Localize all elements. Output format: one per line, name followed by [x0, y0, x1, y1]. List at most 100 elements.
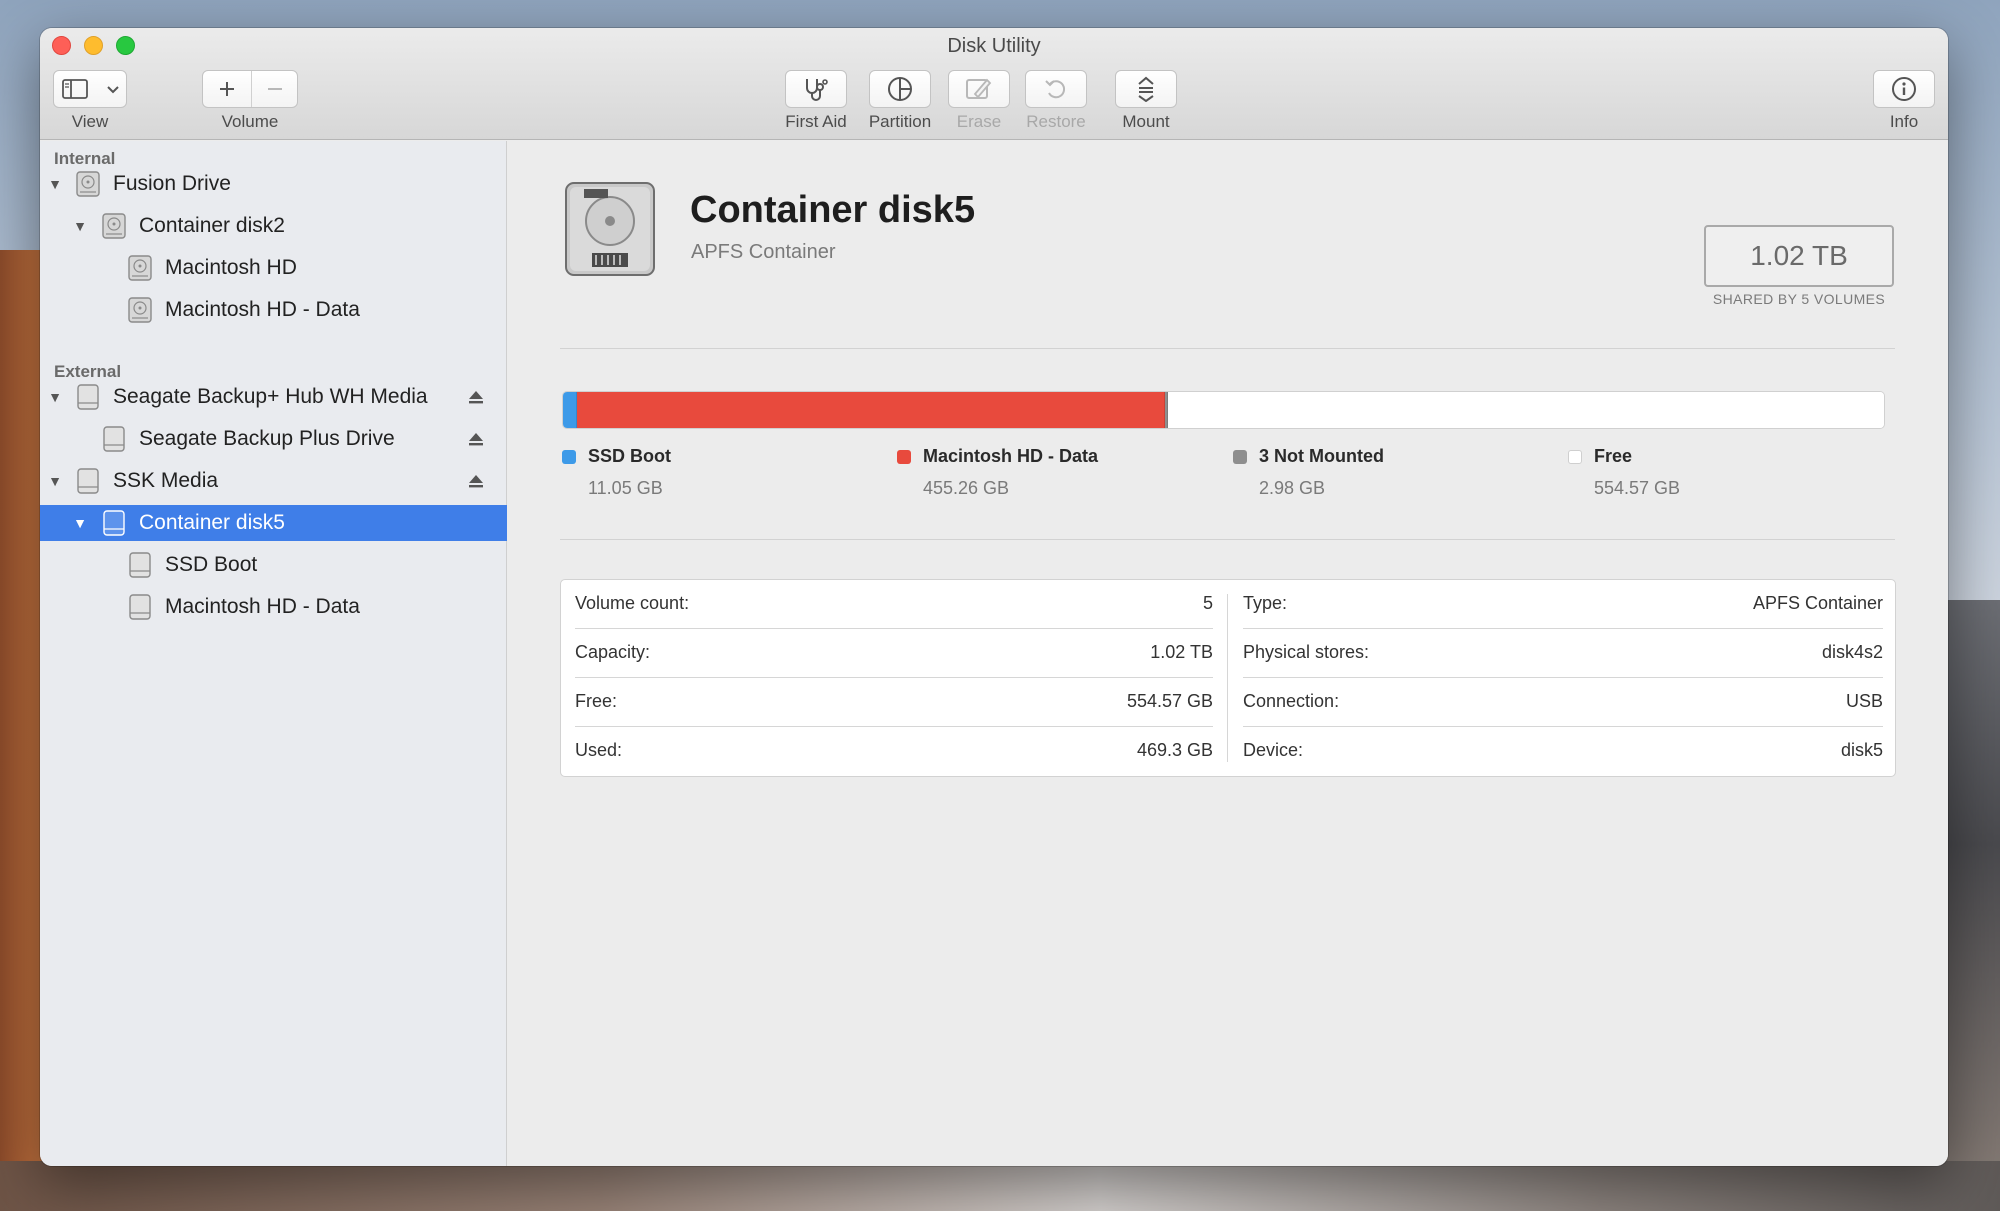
- info-value: disk5: [1840, 740, 1883, 760]
- sidebar-item-label: Fusion Drive: [113, 172, 231, 195]
- eject-icon[interactable]: [467, 388, 485, 406]
- info-value: 469.3 GB: [1136, 740, 1213, 760]
- sidebar-item-macintosh-hd[interactable]: Macintosh HD: [40, 250, 507, 286]
- info-value: USB: [1845, 691, 1883, 711]
- sidebar-item-ssd-boot[interactable]: SSD Boot: [40, 547, 507, 583]
- view-button[interactable]: [53, 70, 127, 108]
- legend-size: 554.57 GB: [1594, 478, 1681, 498]
- legend-name: SSD Boot: [588, 446, 671, 466]
- legend-swatch: [1233, 450, 1247, 464]
- eject-icon[interactable]: [467, 472, 485, 490]
- info-key: Capacity:: [575, 642, 651, 662]
- internal-drive-icon: [128, 255, 152, 281]
- mount-arrows-icon: [1138, 76, 1154, 102]
- disclosure-triangle-icon[interactable]: ▼: [47, 473, 63, 489]
- sidebar: Internal ▼ Fusion Drive ▼ Container disk…: [40, 141, 507, 1166]
- external-drive-icon: [129, 552, 151, 578]
- sidebar-item-label: Container disk2: [139, 214, 285, 237]
- sidebar-item-ssk-media[interactable]: ▼ SSK Media: [40, 463, 507, 499]
- mount-button[interactable]: [1115, 70, 1177, 108]
- internal-drive-icon: [128, 297, 152, 323]
- info-value: 5: [1202, 593, 1213, 613]
- erase-button[interactable]: [948, 70, 1010, 108]
- sidebar-item-label: Macintosh HD - Data: [165, 298, 360, 321]
- sidebar-item-fusion-drive[interactable]: ▼ Fusion Drive: [40, 166, 507, 202]
- usage-bar: [562, 391, 1885, 429]
- legend-name: 3 Not Mounted: [1259, 446, 1384, 466]
- sidebar-item-seagate-hub[interactable]: ▼ Seagate Backup+ Hub WH Media: [40, 379, 507, 415]
- eject-icon[interactable]: [467, 430, 485, 448]
- disclosure-triangle-icon[interactable]: ▼: [47, 176, 63, 192]
- info-key: Physical stores:: [1243, 642, 1370, 662]
- window-title: Disk Utility: [947, 35, 1041, 57]
- restore-button[interactable]: [1025, 70, 1087, 108]
- info-value: APFS Container: [1752, 593, 1883, 613]
- volume-subtitle: APFS Container: [691, 241, 836, 263]
- legend-swatch: [897, 450, 911, 464]
- disk-utility-window: Disk Utility View Volume First Aid Parti…: [40, 28, 1948, 1166]
- remove-volume-button[interactable]: [251, 71, 299, 107]
- info-key: Type:: [1243, 593, 1288, 613]
- external-drive-icon: [129, 594, 151, 620]
- internal-drive-icon: [76, 171, 100, 197]
- sidebar-item-label: Macintosh HD - Data: [165, 595, 360, 618]
- info-row-device: Device: disk5: [1243, 727, 1883, 776]
- info-key: Free:: [575, 691, 618, 711]
- legend-size: 2.98 GB: [1259, 478, 1326, 498]
- first-aid-button[interactable]: [785, 70, 847, 108]
- add-volume-button[interactable]: [203, 71, 251, 107]
- divider: [560, 539, 1895, 540]
- info-label: Info: [1889, 112, 1919, 131]
- info-table: Volume count: 5 Capacity: 1.02 TB Free: …: [560, 579, 1896, 777]
- hard-drive-icon: [565, 182, 655, 276]
- external-drive-icon: [77, 384, 99, 410]
- partition-button[interactable]: [869, 70, 931, 108]
- legend-size: 455.26 GB: [923, 478, 1010, 498]
- legend-name: Free: [1594, 446, 1633, 466]
- info-value: disk4s2: [1821, 642, 1883, 662]
- sidebar-item-container-disk2[interactable]: ▼ Container disk2: [40, 208, 507, 244]
- restore-arrow-icon: [1045, 80, 1066, 99]
- external-drive-icon: [77, 468, 99, 494]
- disclosure-triangle-icon[interactable]: ▼: [47, 389, 63, 405]
- disclosure-triangle-icon[interactable]: ▼: [72, 515, 88, 531]
- info-button[interactable]: [1873, 70, 1935, 108]
- info-row-type: Type: APFS Container: [1243, 580, 1883, 629]
- capacity-box: 1.02 TB: [1704, 225, 1894, 287]
- legend-swatch: [1568, 450, 1582, 464]
- erase-pencil-icon: [966, 78, 992, 99]
- info-value: 1.02 TB: [1150, 642, 1213, 662]
- disclosure-triangle-icon[interactable]: ▼: [72, 218, 88, 234]
- chevron-down-icon: [107, 86, 119, 94]
- sidebar-icon: [62, 79, 88, 99]
- sidebar-item-macintosh-hd-data-external[interactable]: Macintosh HD - Data: [40, 589, 507, 625]
- legend-size: 11.05 GB: [588, 478, 663, 498]
- usage-segment-free: [1168, 392, 1884, 428]
- mount-label: Mount: [1122, 112, 1170, 131]
- info-key: Volume count:: [575, 593, 690, 613]
- info-key: Connection:: [1243, 691, 1340, 711]
- sidebar-item-seagate-backup-plus-drive[interactable]: Seagate Backup Plus Drive: [40, 421, 507, 457]
- info-key: Device:: [1243, 740, 1304, 760]
- toolbar: Disk Utility View Volume First Aid Parti…: [40, 28, 1948, 140]
- internal-drive-icon: [102, 213, 126, 239]
- sidebar-item-label: SSK Media: [113, 469, 219, 492]
- info-row-volume-count: Volume count: 5: [575, 580, 1213, 629]
- info-row-connection: Connection: USB: [1243, 678, 1883, 727]
- info-value: 554.57 GB: [1126, 691, 1213, 711]
- info-key: Used:: [575, 740, 623, 760]
- desktop-landscape: [0, 1161, 2000, 1211]
- detail-pane: Container disk5 APFS Container 1.02 TB S…: [508, 141, 1948, 1166]
- sidebar-item-macintosh-hd-data[interactable]: Macintosh HD - Data: [40, 292, 507, 328]
- external-drive-icon: [103, 510, 125, 536]
- info-icon: [1892, 77, 1916, 101]
- info-row-used: Used: 469.3 GB: [575, 727, 1213, 776]
- sidebar-item-container-disk5[interactable]: ▼ Container disk5: [40, 505, 507, 541]
- volume-title: Container disk5: [690, 189, 976, 231]
- divider: [560, 348, 1895, 349]
- column-separator: [1227, 594, 1228, 762]
- sidebar-item-label: Container disk5: [139, 511, 285, 534]
- usage-segment-macintosh-hd-data: [577, 392, 1165, 428]
- plus-icon: [220, 82, 234, 96]
- desktop-mountain-right: [1945, 600, 2000, 1211]
